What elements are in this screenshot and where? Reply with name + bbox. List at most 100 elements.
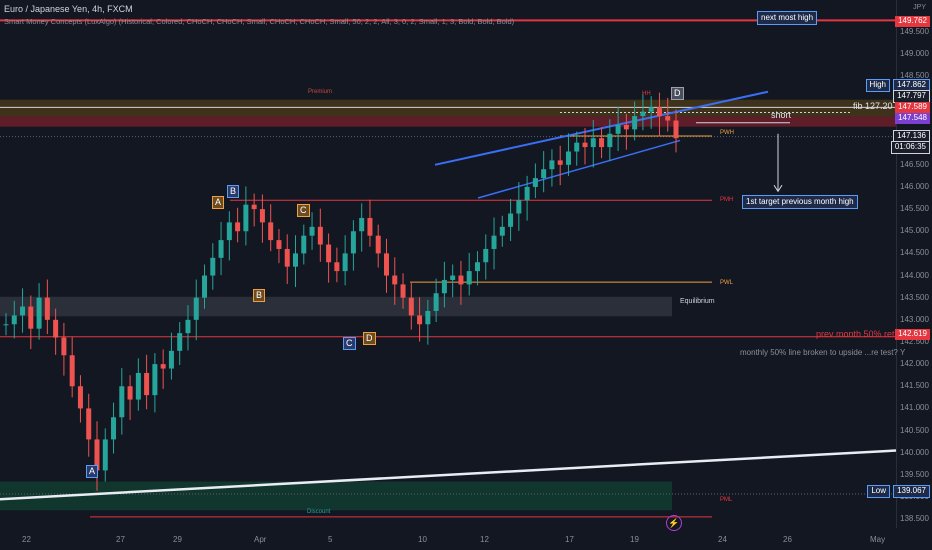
price-tick: 142.000 [900,359,929,369]
symbol-title[interactable]: Euro / Japanese Yen, 4h, FXCM [4,4,133,14]
price-tick: 138.500 [900,514,929,524]
discount-zone [0,481,672,511]
candle-body [441,279,447,294]
candle-body [11,315,17,325]
candle-body [656,107,662,117]
candle-body [615,124,621,134]
price-tick: 141.500 [900,381,929,391]
chart-canvas[interactable] [0,0,932,550]
candle-body [474,262,480,272]
chart-area[interactable]: Euro / Japanese Yen, 4h, FXCM Smart Mone… [0,0,932,550]
time-tick: 22 [22,535,31,544]
time-tick: 19 [630,535,639,544]
time-tick: 5 [328,535,333,544]
candle-body [61,337,67,356]
candle-body [284,248,290,267]
candle-body [28,306,34,329]
equilibrium-zone [0,296,672,317]
tag-next-most-high: 149.762 [895,16,930,27]
prev-month-label: prev month 50% ret [816,329,895,339]
candle-body [508,213,514,227]
candle-body [235,222,241,232]
price-tick: 149.500 [900,26,929,36]
price-tick: 139.500 [900,469,929,479]
time-tick: 10 [418,535,427,544]
candle-body [383,253,389,276]
supply-zone [0,116,896,127]
time-tick: 29 [173,535,182,544]
candle-body [665,116,671,121]
candle-body [557,160,563,165]
candle-body [417,315,423,325]
candle-body [226,222,232,241]
time-tick: 26 [783,535,792,544]
candle-body [466,271,472,285]
tag-premium-top: 147.589 [895,102,930,113]
candle-body [524,186,530,201]
candle-body [44,297,50,320]
candle-body [53,319,59,338]
time-tick: 27 [116,535,125,544]
candle-body [309,226,315,236]
discount-label: Discount [307,509,331,515]
candle-body [301,235,307,254]
point-c: C [343,337,356,350]
candle-body [36,297,42,329]
price-tick: 145.500 [900,204,929,214]
candle-body [549,160,555,170]
price-tick: 144.500 [900,248,929,258]
indicator-legend[interactable]: Smart Money Concepts (LuxAlgo) (Historic… [4,17,514,26]
pwl-label: PWL [720,280,734,286]
candle-body [293,253,299,267]
price-tick: 141.000 [900,403,929,413]
candle-body [400,284,406,298]
premium-label: Premium [308,89,333,95]
premium-zone [0,99,896,117]
candle-body [375,235,381,254]
monthly-note: monthly 50% line broken to upside ...re … [740,348,906,357]
candle-body [160,364,166,369]
candle-body [102,439,108,471]
time-tick: 24 [718,535,727,544]
candle-body [185,319,191,334]
equilibrium-label: Equilibrium [680,298,715,305]
candle-body [259,209,265,223]
hh-label: HH [642,91,651,97]
candle-body [3,324,9,326]
candle-body [202,275,208,298]
price-tick: 140.000 [900,447,929,457]
point-a-orange: A [212,196,225,209]
candle-body [640,111,646,117]
candle-body [119,386,125,418]
candle-body [623,124,629,130]
candle-body [326,244,332,263]
candle-body [77,386,83,409]
candle-body [599,138,605,148]
candle-body [499,226,505,236]
candle-body [268,222,274,241]
price-tick: 140.500 [900,425,929,435]
candle-body [20,306,26,316]
candle-body [243,204,249,232]
candle-body [276,240,282,249]
time-tick: Apr [254,535,267,544]
fib-label: fib 127.20 [853,101,893,111]
lightning-icon[interactable]: ⚡ [666,515,682,531]
price-tick: 143.500 [900,292,929,302]
tag-high-label: High [865,79,890,92]
price-tick: 144.000 [900,270,929,280]
candle-body [565,151,571,165]
candle-body [532,178,538,187]
candles [3,92,679,491]
pml-label: PML [720,497,733,503]
pmh-label: PMH [720,197,734,203]
candle-body [491,235,497,249]
candle-body [408,297,414,316]
price-tick: 143.000 [900,314,929,324]
candle-body [367,217,373,236]
price-tick: 145.000 [900,226,929,236]
candle-body [210,257,216,276]
point-d: D [671,87,684,100]
candle-body [251,204,257,210]
candle-body [168,350,174,369]
